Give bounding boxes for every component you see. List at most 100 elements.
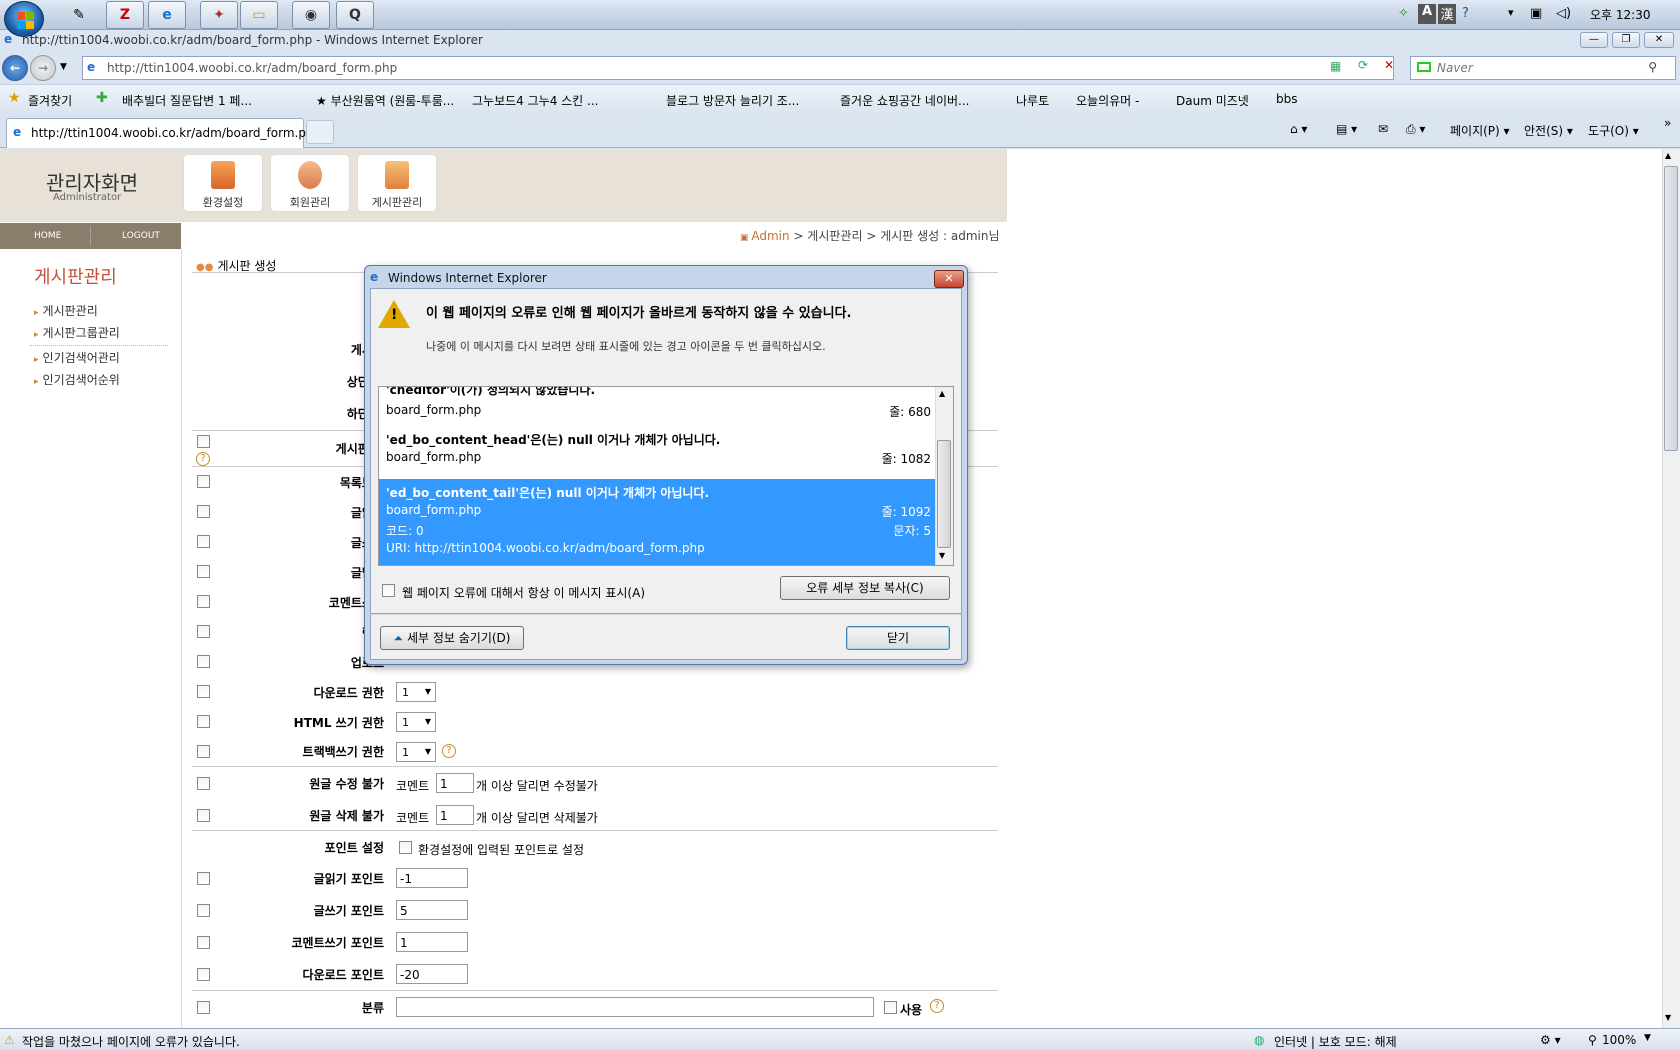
page-scrollbar-thumb[interactable] — [1664, 166, 1678, 451]
nav-home[interactable]: HOME — [34, 231, 61, 241]
close-dialog-button[interactable]: 닫기 — [846, 626, 950, 650]
sidebar-item-boards[interactable]: ▸ 게시판관리 — [34, 302, 98, 319]
status-zoom[interactable]: 100% — [1602, 1033, 1636, 1047]
category-use-label: 사용 — [900, 1003, 923, 1017]
input-value: -20 — [400, 968, 420, 982]
help-icon[interactable]: ? — [930, 999, 944, 1013]
sidebar-item-groups[interactable]: ▸ 게시판그룹관리 — [34, 324, 120, 341]
status-message: 작업을 마쳤으나 페이지에 오류가 있습니다. — [22, 1035, 240, 1049]
error-name: 'ed_bo_content_tail'은(는) null 이거나 개체가 아닙… — [386, 486, 710, 500]
error-item[interactable]: 'ed_bo_content_head'은(는) null 이거나 개체가 아닙… — [379, 431, 937, 479]
zoom-icon[interactable]: ⚲ — [1588, 1033, 1597, 1047]
select-html-level[interactable]: 1 ▼ — [396, 712, 436, 732]
feeds-icon[interactable]: ▤ ▾ — [1336, 122, 1357, 136]
fav-item-7[interactable]: 오늘의유머 - — [1076, 92, 1139, 109]
input-write-point[interactable]: 5 — [396, 900, 468, 920]
breadcrumb-admin[interactable]: Admin — [751, 229, 789, 243]
minimize-button[interactable]: — — [1580, 32, 1608, 48]
new-tab-button[interactable] — [306, 120, 334, 144]
fav-item-8[interactable]: Daum 미즈넷 — [1176, 92, 1249, 109]
forward-button[interactable]: → — [30, 55, 56, 81]
list-scroll-up-icon[interactable]: ▲ — [939, 389, 945, 398]
quicklaunch-wand-icon[interactable]: ✎ — [66, 3, 92, 27]
tray-network-icon[interactable]: ▣ — [1530, 6, 1542, 21]
input-read-point[interactable]: -1 — [396, 868, 468, 888]
fav-item-1[interactable]: 배추빌더 질문답변 1 페... — [122, 92, 252, 109]
menu-members[interactable]: 회원관리 — [270, 154, 350, 212]
input-comment-point[interactable]: 1 — [396, 932, 468, 952]
refresh-icon[interactable]: ⟳ — [1358, 58, 1368, 72]
address-input[interactable]: e http://ttin1004.woobi.co.kr/adm/board_… — [82, 56, 1394, 80]
page-menu[interactable]: 페이지(P) ▾ — [1450, 122, 1510, 139]
tab-current[interactable]: e http://ttin1004.woobi.co.kr/adm/board_… — [6, 118, 321, 148]
search-input[interactable]: Naver ⚲ — [1410, 56, 1676, 80]
sidebar-item-label: 인기검색어관리 — [42, 351, 120, 365]
zoom-dropdown-icon[interactable]: ▼ — [1644, 1033, 1651, 1043]
fav-item-6[interactable]: 나루토 — [1016, 92, 1049, 109]
sidebar-item-popular-rank[interactable]: ▸ 인기검색어순위 — [34, 371, 120, 388]
back-button[interactable]: ← — [2, 55, 28, 81]
tray-chevron-icon[interactable]: ▾ — [1508, 6, 1514, 19]
taskbar-filezilla-icon[interactable]: Z — [106, 1, 144, 29]
input-download-point[interactable]: -20 — [396, 964, 468, 984]
status-security-icon[interactable]: ⚙ ▾ — [1540, 1033, 1561, 1047]
favorites-button[interactable]: 즐겨찾기 — [28, 92, 72, 109]
window-close-button[interactable]: ✕ — [1644, 32, 1674, 48]
sidebar-item-popular-manage[interactable]: ▸ 인기검색어관리 — [34, 349, 120, 366]
input-category[interactable] — [396, 997, 874, 1017]
add-favorite-icon[interactable]: ✚ — [96, 90, 108, 106]
checkbox-point-default[interactable] — [399, 841, 412, 854]
status-warning-icon[interactable]: ⚠ — [4, 1033, 15, 1047]
error-item-selected[interactable]: 'ed_bo_content_tail'은(는) null 이거나 개체가 아닙… — [379, 479, 937, 565]
taskbar-media-icon[interactable]: ◉ — [292, 1, 330, 29]
fav-item-2[interactable]: ★ 부산원룸역 (원룸-투룸... — [316, 92, 454, 109]
taskbar-app-icon[interactable]: ✦ — [200, 1, 238, 29]
fav-item-5[interactable]: 즐거운 쇼핑공간 네이버... — [840, 92, 969, 109]
tools-menu[interactable]: 도구(O) ▾ — [1588, 122, 1639, 139]
select-download-level[interactable]: 1 ▼ — [396, 682, 436, 702]
dialog-close-button[interactable]: ✕ — [934, 270, 964, 288]
list-scroll-down-icon[interactable]: ▼ — [939, 551, 945, 560]
error-list[interactable]: 'cheditor'이(가) 정의되지 않았습니다. board_form.ph… — [378, 386, 954, 566]
checkbox-always-show[interactable] — [382, 584, 395, 597]
fav-item-9[interactable]: bbs — [1276, 92, 1298, 106]
menu-boards[interactable]: 게시판관리 — [357, 154, 437, 212]
label-board-manager: 게시판 관 — [335, 442, 384, 456]
select-trackback-level[interactable]: 1 ▼ — [396, 742, 436, 762]
tray-ime-icon[interactable]: ✧ — [1398, 6, 1409, 21]
stop-icon[interactable]: ✕ — [1384, 58, 1394, 72]
taskbar-ie-icon[interactable]: e — [148, 1, 186, 29]
input-no-delete[interactable]: 1 — [436, 805, 474, 825]
nav-logout[interactable]: LOGOUT — [122, 231, 160, 241]
tray-volume-icon[interactable]: ◁) — [1556, 6, 1571, 21]
home-icon[interactable]: ⌂ ▾ — [1290, 122, 1307, 136]
error-item[interactable]: 'cheditor'이(가) 정의되지 않았습니다. board_form.ph… — [379, 387, 937, 429]
compat-view-icon[interactable]: ▦ — [1330, 59, 1341, 73]
start-button[interactable] — [4, 1, 44, 37]
tray-ime-a[interactable]: A — [1418, 4, 1436, 24]
search-icon[interactable]: ⚲ — [1648, 60, 1657, 74]
print-icon[interactable]: ⎙ ▾ — [1406, 122, 1425, 137]
tray-ime-hanja[interactable]: 漢 — [1438, 4, 1456, 24]
hide-details-button[interactable]: ⏶ 세부 정보 숨기기(D) — [380, 626, 524, 650]
history-dropdown-icon[interactable]: ▼ — [60, 62, 67, 72]
scroll-up-icon[interactable]: ▲ — [1665, 151, 1671, 160]
error-list-scrollbar-thumb[interactable] — [937, 440, 951, 548]
taskbar-folder-icon[interactable]: ▭ — [240, 1, 278, 29]
taskbar-quicktime-icon[interactable]: Q — [336, 1, 374, 29]
safety-menu[interactable]: 안전(S) ▾ — [1524, 122, 1573, 139]
help-icon[interactable]: ? — [442, 744, 456, 758]
error-file: board_form.php — [386, 403, 482, 417]
mail-icon[interactable]: ✉ — [1378, 122, 1388, 136]
scroll-down-icon[interactable]: ▼ — [1665, 1013, 1671, 1022]
restore-button[interactable]: ❐ — [1612, 32, 1640, 48]
input-no-edit[interactable]: 1 — [436, 773, 474, 793]
tray-help-icon[interactable]: ? — [1462, 6, 1469, 21]
menu-settings[interactable]: 환경설정 — [183, 154, 263, 212]
copy-details-button[interactable]: 오류 세부 정보 복사(C) — [780, 576, 950, 600]
tray-clock[interactable]: 오후 12:30 — [1590, 6, 1650, 23]
fav-item-3[interactable]: 그누보드4 그누4 스킨 ... — [472, 92, 598, 109]
fav-item-4[interactable]: 블로그 방문자 늘리기 조... — [666, 92, 799, 109]
toolbar-chevron-icon[interactable]: » — [1664, 116, 1671, 130]
checkbox-category-use[interactable] — [884, 1001, 897, 1014]
